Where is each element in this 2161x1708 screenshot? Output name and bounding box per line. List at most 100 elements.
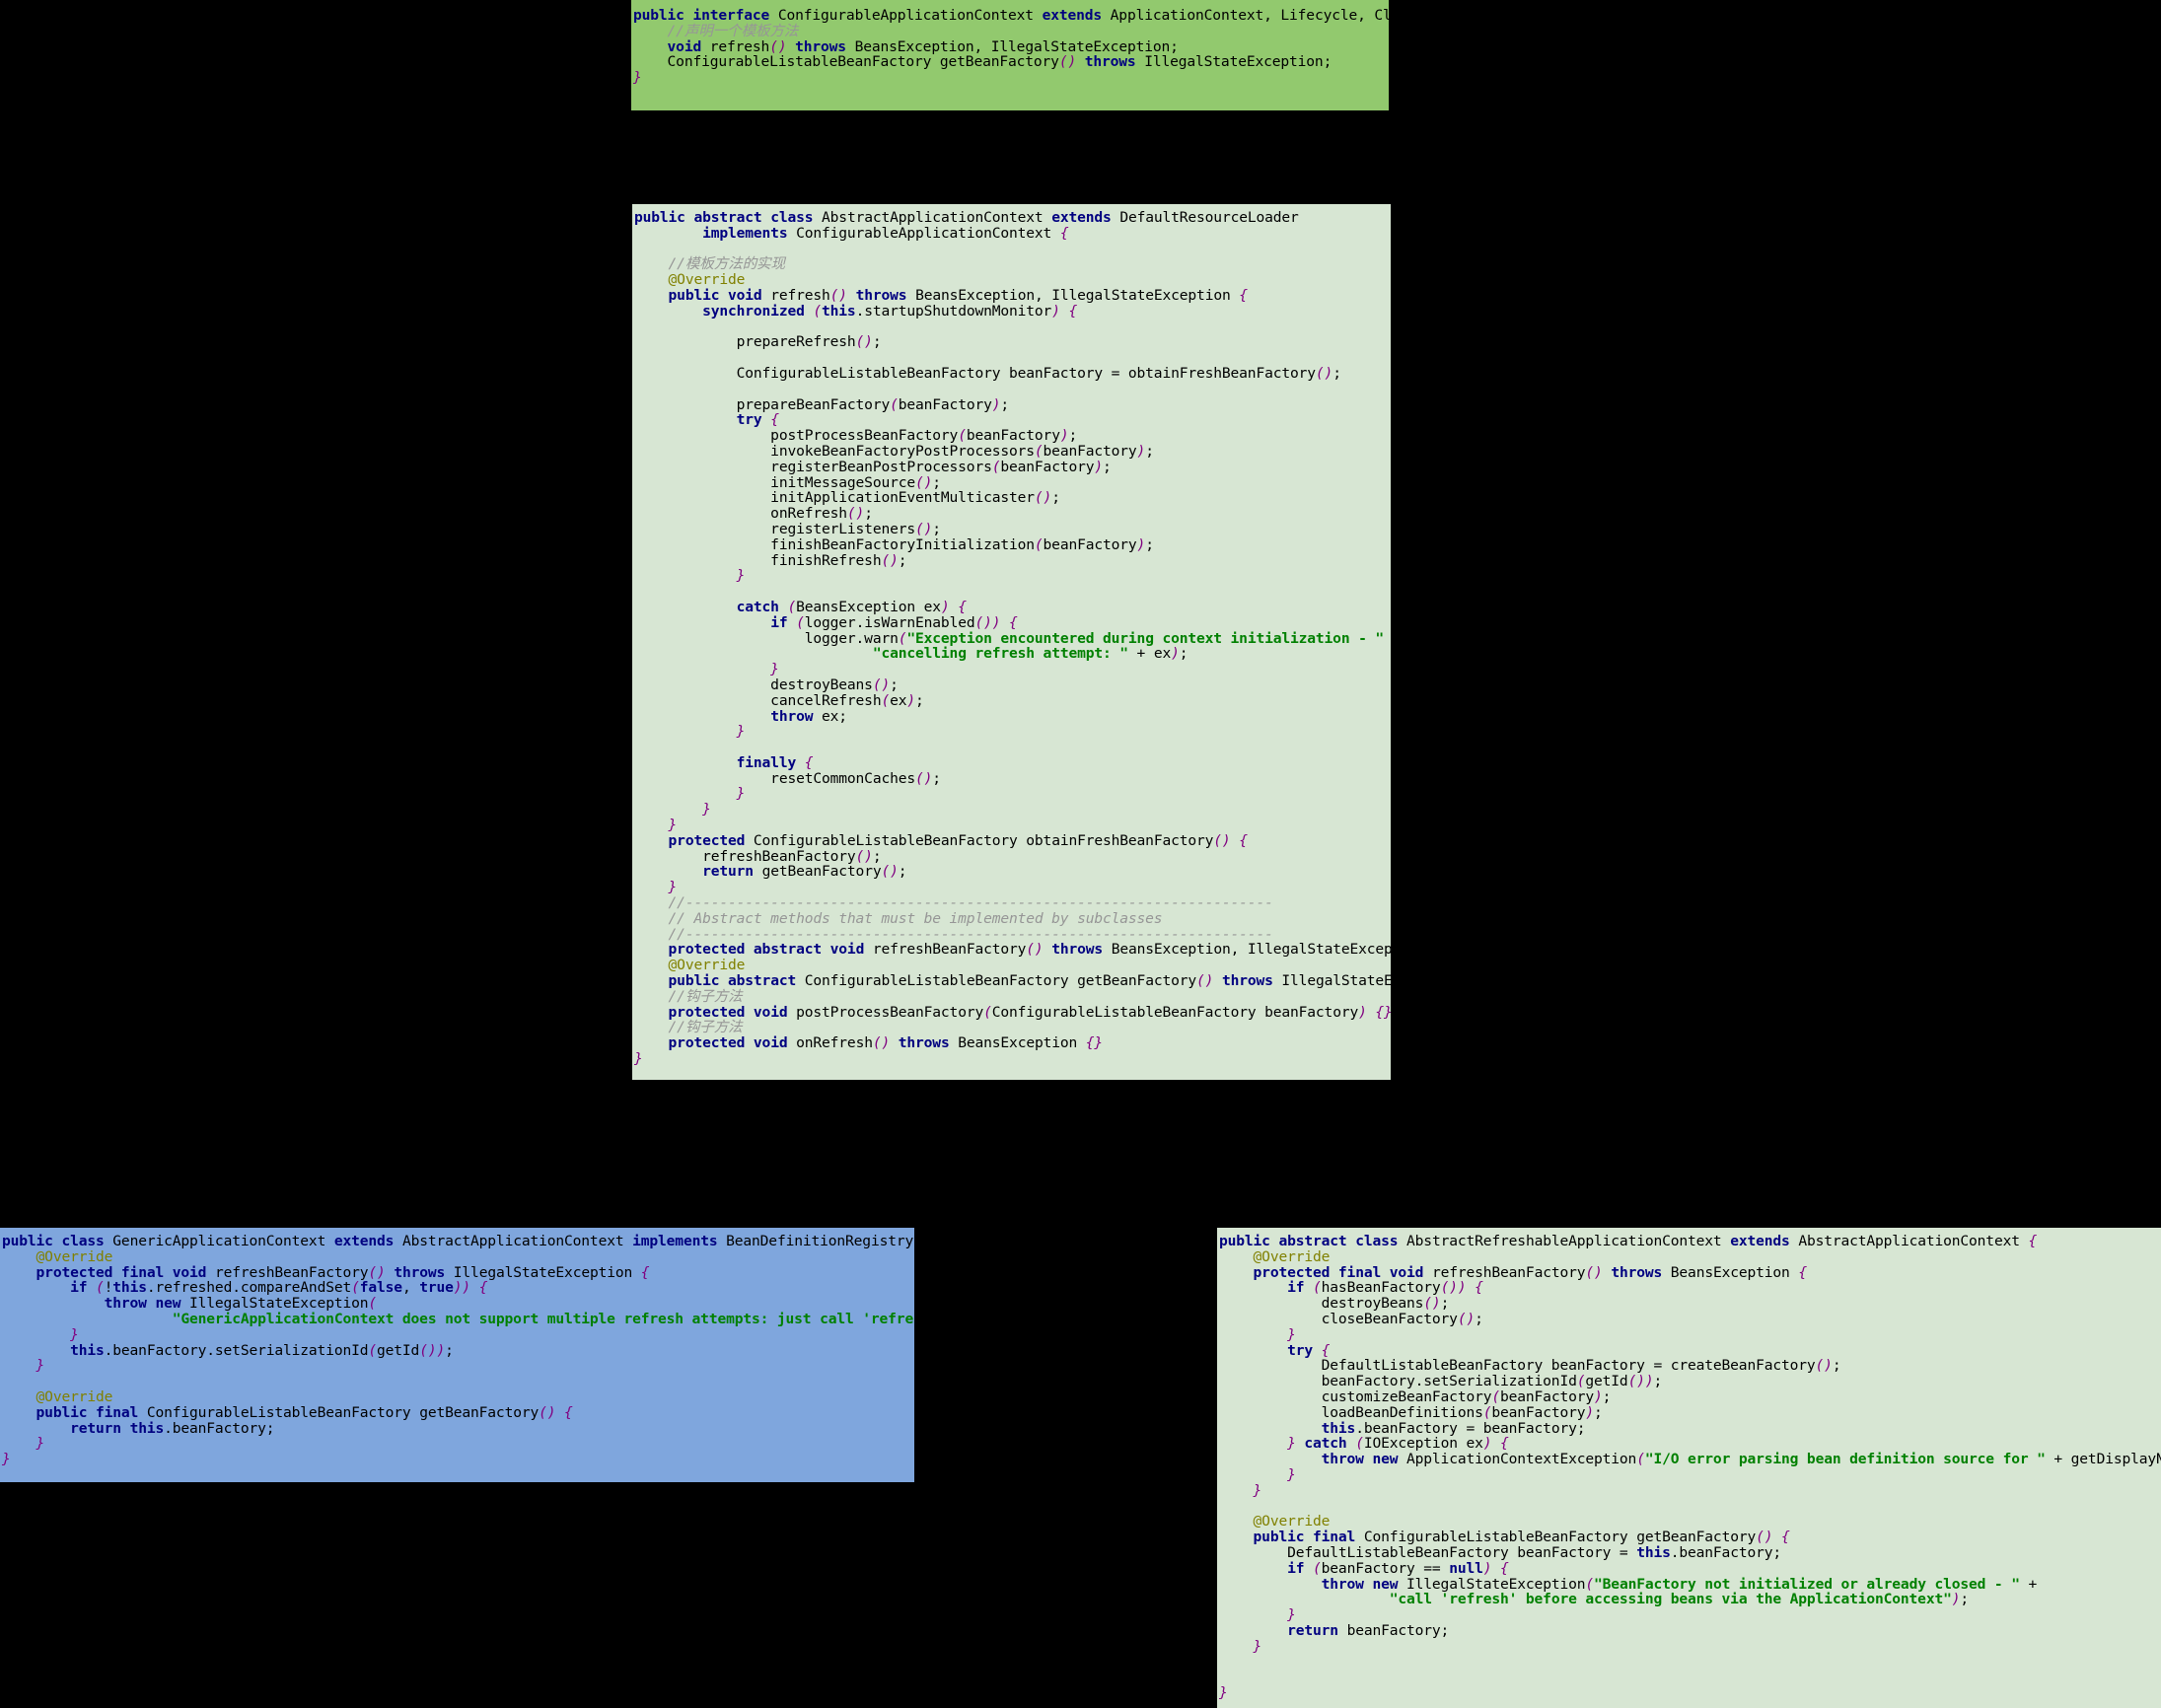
code-token: {	[1798, 1263, 1807, 1281]
code-token: ConfigurableListableBeanFactory getBeanF…	[633, 53, 1059, 71]
code-token: return	[702, 863, 762, 881]
code-line: @Override	[2, 1389, 914, 1405]
code-token: public	[668, 286, 729, 304]
code-token: }	[634, 785, 746, 803]
code-token: ;	[1068, 427, 1078, 445]
code-token: }	[634, 723, 746, 741]
code-token: hasBeanFactory	[1321, 1279, 1441, 1297]
code-token: GenericApplicationContext	[112, 1233, 334, 1249]
code-token: + ex	[1127, 645, 1172, 663]
code-line: @Override	[1219, 1248, 2161, 1265]
code-token: throws	[795, 37, 855, 55]
code-token: ApplicationContext, Lifecycle, Closeable	[1110, 7, 1389, 24]
code-token: ()	[881, 551, 899, 569]
code-token: beanFactory	[1500, 1388, 1594, 1405]
code-line: synchronized (this.startupShutdownMonito…	[634, 302, 1391, 320]
code-line: public final ConfigurableListableBeanFac…	[2, 1404, 914, 1421]
code-token: this	[70, 1341, 105, 1359]
code-line: @Override	[634, 958, 1391, 973]
code-token: (	[1636, 1451, 1645, 1468]
code-block-generic-application-context: public class GenericApplicationContext e…	[0, 1228, 914, 1482]
code-line: // Abstract methods that must be impleme…	[634, 909, 1391, 927]
code-line: try {	[1219, 1342, 2161, 1359]
code-token: if	[70, 1279, 97, 1297]
code-token: abstract	[753, 941, 830, 959]
code-token: ;	[1594, 1403, 1603, 1421]
code-token: "GenericApplicationContext does not supp…	[172, 1310, 914, 1327]
code-token: void	[667, 37, 710, 55]
code-token: @Override	[2, 1247, 113, 1265]
code-token: // Abstract methods that must be impleme…	[634, 909, 1163, 927]
code-line: @Override	[634, 272, 1391, 288]
code-token: ) {}	[1358, 1003, 1391, 1021]
code-token: ;	[1960, 1591, 1970, 1608]
code-line: postProcessBeanFactory(beanFactory);	[634, 428, 1391, 444]
code-token: //钩子方法	[634, 1019, 743, 1036]
code-line: beanFactory.setSerializationId(getId());	[1219, 1374, 2161, 1389]
code-token: class	[770, 209, 823, 226]
code-token: if	[1287, 1279, 1314, 1297]
code-line: catch (BeansException ex) {	[634, 600, 1391, 615]
code-token: (	[958, 427, 967, 445]
code-token: ;	[1653, 1373, 1663, 1390]
code-line: protected abstract void refreshBeanFacto…	[634, 942, 1391, 958]
code-token: ()	[1815, 1357, 1833, 1375]
code-token: if	[770, 613, 797, 631]
code-token: protected	[36, 1263, 121, 1281]
code-line: DefaultListableBeanFactory beanFactory =…	[1219, 1358, 2161, 1374]
code-line: }	[634, 880, 1391, 895]
code-token: ()	[1026, 941, 1052, 959]
code-token: ()	[846, 505, 865, 523]
code-line: if (hasBeanFactory()) {	[1219, 1280, 2161, 1296]
code-token: ()	[915, 769, 933, 787]
code-token: IllegalStateException	[1406, 1575, 1586, 1593]
code-token: ()	[1585, 1263, 1612, 1281]
code-token: .beanFactory = beanFactory;	[1355, 1419, 1586, 1437]
code-token: refresh	[709, 37, 770, 55]
code-token: AbstractRefreshableApplicationContext	[1406, 1233, 1731, 1249]
code-token: ()	[1034, 489, 1052, 507]
code-token: protected	[1253, 1263, 1338, 1281]
code-token: throw new	[1321, 1451, 1407, 1468]
code-line: initApplicationEventMulticaster();	[634, 490, 1391, 506]
code-line: onRefresh();	[634, 506, 1391, 522]
code-token: ;	[872, 847, 882, 865]
code-token: finishBeanFactoryInitialization	[634, 535, 1035, 553]
code-token: ()) {	[974, 613, 1018, 631]
code-token: false	[359, 1279, 402, 1297]
code-token: {	[640, 1263, 650, 1281]
code-token: if	[1287, 1559, 1314, 1577]
code-token: }	[1219, 1465, 1296, 1483]
code-token: beanFactory	[1491, 1403, 1586, 1421]
code-token: @Override	[1219, 1513, 1331, 1530]
code-token: ()	[829, 286, 856, 304]
code-token: ConfigurableListableBeanFactory beanFact…	[634, 364, 1316, 382]
code-line: }	[2, 1436, 914, 1452]
code-token: ()	[872, 1034, 899, 1052]
code-token: (	[368, 1295, 378, 1313]
code-token: registerListeners	[634, 520, 915, 537]
code-token: BeansException, IllegalStateException	[915, 286, 1240, 304]
code-token: getId	[377, 1341, 420, 1359]
code-token: BeansException ex	[796, 598, 941, 615]
code-token: )	[1136, 535, 1146, 553]
code-token: {	[770, 411, 779, 429]
code-line: implements ConfigurableApplicationContex…	[634, 225, 1391, 242]
code-line: protected ConfigurableListableBeanFactor…	[634, 832, 1391, 849]
code-token: destroyBeans	[634, 676, 873, 693]
code-token: throw	[770, 707, 823, 725]
code-token: ;	[932, 473, 941, 491]
code-line: //钩子方法	[634, 988, 1391, 1005]
code-token: (	[983, 1003, 992, 1021]
code-token: getId	[1585, 1373, 1628, 1390]
code-token: void	[1389, 1263, 1432, 1281]
code-token: synchronized	[702, 302, 814, 320]
code-token: }	[2, 1435, 45, 1453]
code-token: () {	[1756, 1529, 1790, 1546]
